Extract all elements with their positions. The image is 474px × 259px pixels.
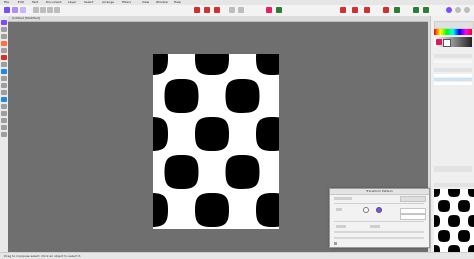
tool-4-icon[interactable] (1, 41, 7, 46)
dialog-label-4 (370, 225, 380, 228)
layer-row-2-selected[interactable] (434, 78, 472, 81)
status-text: Drag to marquee select. Click an object … (4, 254, 82, 258)
nav-shape-1 (434, 189, 440, 197)
toolbar-button-4[interactable] (54, 7, 60, 13)
color-panel-header (434, 21, 474, 29)
dialog-title: Transform Pattern (330, 189, 429, 195)
nav-shape-6 (434, 215, 440, 227)
navigator-pattern (434, 189, 474, 255)
layers-icon[interactable] (276, 7, 282, 13)
tool-11-icon[interactable] (1, 90, 7, 95)
help-icon[interactable] (464, 7, 470, 13)
swatches-header (434, 54, 472, 58)
persona-photo-icon[interactable] (4, 7, 10, 13)
tool-3-icon[interactable] (1, 34, 7, 39)
nav-shape-7 (448, 215, 460, 227)
stroke-swatch[interactable] (443, 39, 451, 47)
pattern-shape-3 (256, 54, 279, 75)
persona-pixel-icon[interactable] (12, 7, 18, 13)
toolbar-red-3[interactable] (364, 7, 370, 13)
user-icon[interactable] (455, 7, 461, 13)
tool-14-icon[interactable] (1, 111, 7, 116)
nav-shape-10 (458, 230, 470, 242)
pattern-shape-13 (256, 193, 279, 227)
persona-export-icon[interactable] (20, 7, 26, 13)
pattern-artboard (153, 54, 279, 227)
nav-shape-2 (448, 189, 460, 197)
dialog-divider-1 (334, 203, 424, 204)
navigator-header (434, 166, 472, 172)
toolbar-green-2[interactable] (413, 7, 419, 13)
tool-17-icon[interactable] (1, 132, 7, 137)
toolbar-red-1[interactable] (340, 7, 346, 13)
nav-shape-3 (468, 189, 474, 197)
pattern-shape-11 (153, 193, 168, 227)
nav-shape-4 (438, 200, 450, 212)
dialog-radio-1[interactable] (363, 207, 369, 213)
pattern-shape-4 (164, 79, 199, 113)
dialog-label-1 (334, 197, 352, 200)
document-tab[interactable]: Untitled [Modified] (8, 16, 428, 22)
pattern-shape-9 (164, 155, 199, 189)
transform-dialog: Transform Pattern (329, 188, 430, 248)
layer-row-1[interactable] (434, 74, 472, 77)
swatches-row[interactable] (434, 60, 472, 63)
color-icon[interactable] (266, 7, 272, 13)
fill-swatch[interactable] (436, 39, 442, 45)
nav-shape-9 (438, 230, 450, 242)
dialog-slider-1[interactable] (334, 231, 424, 233)
nav-shape-5 (458, 200, 470, 212)
navigator-tabs (434, 183, 474, 187)
pattern-shape-7 (195, 117, 229, 151)
tool-5-icon[interactable] (1, 48, 7, 53)
toolbar-red-4[interactable] (383, 7, 389, 13)
tool-16-icon[interactable] (1, 125, 7, 130)
dialog-label-3 (336, 225, 346, 228)
toolbar-green-3[interactable] (423, 7, 429, 13)
toolbar-button-1[interactable] (33, 7, 39, 13)
right-panel (430, 16, 474, 255)
nav-shape-8 (468, 215, 474, 227)
dialog-input-2[interactable] (400, 214, 426, 220)
pattern-shape-6 (153, 117, 168, 151)
guides-icon[interactable] (204, 7, 210, 13)
tool-13-icon[interactable] (1, 104, 7, 109)
hue-slider[interactable] (434, 29, 472, 35)
tool-10-icon[interactable] (1, 83, 7, 88)
dialog-divider-2 (334, 221, 424, 222)
pattern-shape-2 (195, 54, 229, 75)
assistant-icon[interactable] (446, 7, 452, 13)
snapping-icon[interactable] (194, 7, 200, 13)
layer-row-3[interactable] (434, 82, 472, 85)
toolbar-green-1[interactable] (394, 7, 400, 13)
dialog-radio-2[interactable] (376, 207, 382, 213)
pattern-shape-8 (256, 117, 279, 151)
tool-1-icon[interactable] (1, 20, 7, 25)
dialog-icon (334, 242, 337, 245)
tool-9-icon[interactable] (1, 76, 7, 81)
pattern-shape-5 (225, 79, 260, 113)
dialog-button[interactable] (400, 196, 426, 202)
pattern-shape-10 (225, 155, 260, 189)
pattern-shape-12 (195, 193, 229, 227)
tool-2-icon[interactable] (1, 27, 7, 32)
tool-12-icon[interactable] (1, 97, 7, 102)
toolbar-button-6[interactable] (238, 7, 244, 13)
dialog-slider-2[interactable] (334, 237, 424, 239)
tool-7-icon[interactable] (1, 62, 7, 67)
toolbar-button-2[interactable] (40, 7, 46, 13)
toolbar-button-3[interactable] (47, 7, 53, 13)
toolbar-red-2[interactable] (352, 7, 358, 13)
navigator-preview[interactable] (434, 189, 474, 255)
document-tab-title: Untitled [Modified] (12, 16, 40, 20)
tool-6-icon[interactable] (1, 55, 7, 60)
tool-8-icon[interactable] (1, 69, 7, 74)
pattern-shape-1 (153, 54, 168, 75)
artboard[interactable] (153, 54, 279, 229)
grid-icon[interactable] (214, 7, 220, 13)
tool-15-icon[interactable] (1, 118, 7, 123)
dialog-label-2 (336, 208, 342, 211)
layers-header (434, 68, 472, 72)
toolbar-button-5[interactable] (229, 7, 235, 13)
